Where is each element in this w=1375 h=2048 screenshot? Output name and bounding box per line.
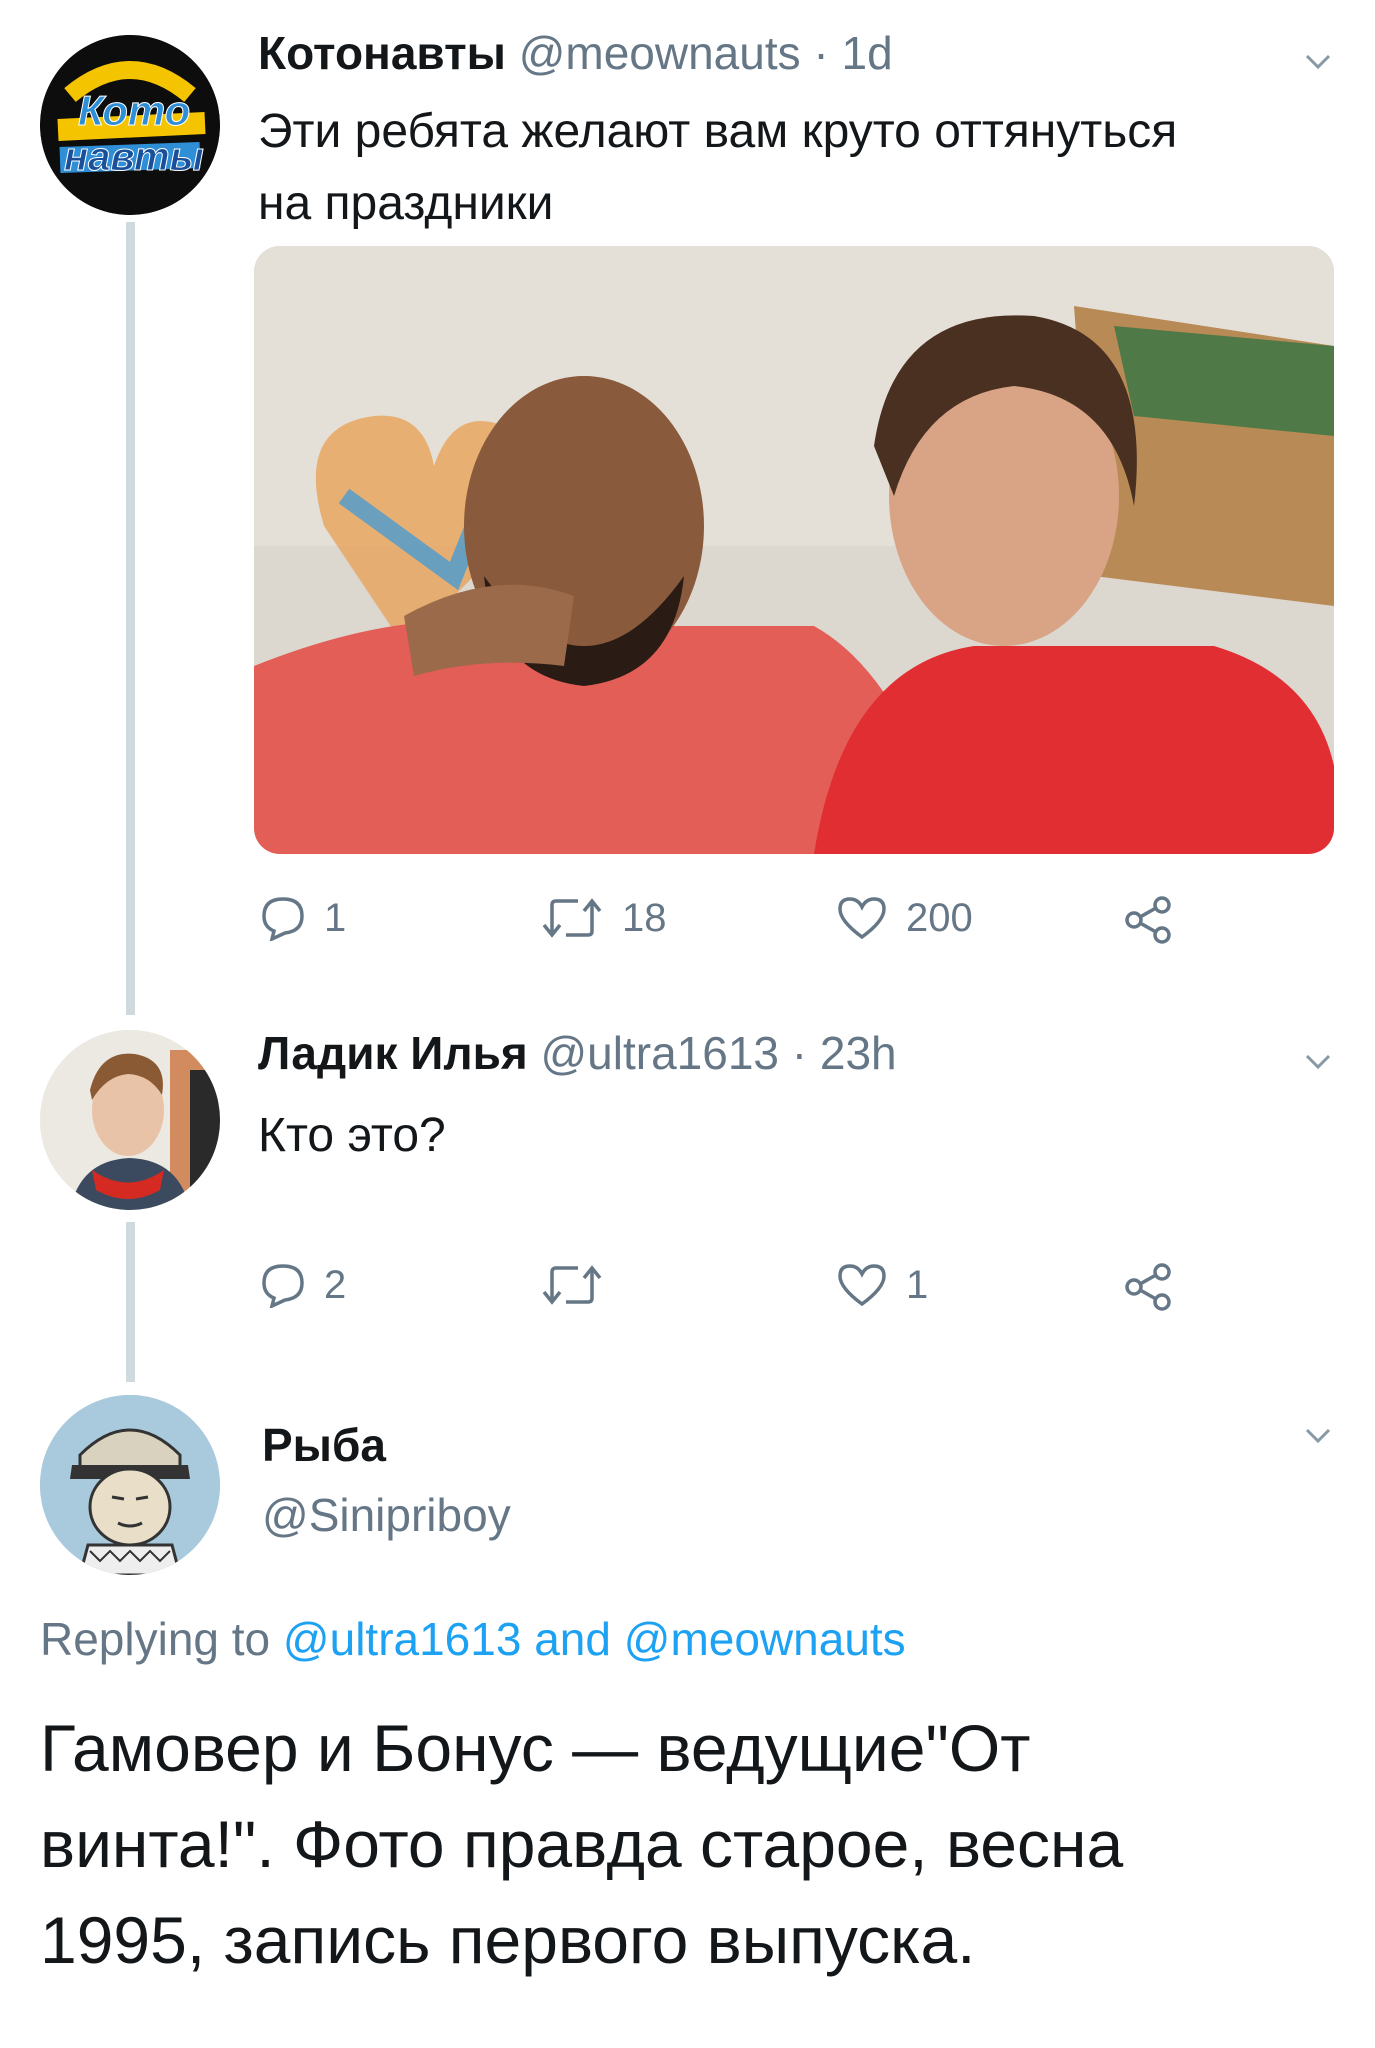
replying-to: Replying to @ultra1613 and @meownauts	[40, 1612, 906, 1666]
display-name[interactable]: Ладик Илья	[258, 1027, 528, 1079]
tweet2-header: Ладик Илья @ultra1613 · 23h	[258, 1026, 897, 1080]
tweet1-text: Эти ребята желают вам круто оттянуться н…	[258, 96, 1177, 240]
avatar-logo-line2: навты	[64, 135, 205, 180]
avatar-drawing	[40, 1395, 220, 1575]
like-action[interactable]: 200	[836, 895, 973, 941]
tweet-photo[interactable]	[254, 246, 1334, 854]
timestamp[interactable]: 1d	[842, 27, 893, 79]
thread-line-2	[126, 1222, 135, 1382]
handle[interactable]: @ultra1613	[540, 1027, 779, 1079]
reply-action[interactable]: 1	[260, 895, 346, 941]
tweet2-text: Кто это?	[258, 1109, 446, 1162]
retweet-icon	[542, 898, 602, 938]
thread-line-1	[126, 222, 135, 1015]
tweet3-text: Гамовер и Бонус — ведущие"От винта!". Фо…	[40, 1700, 1123, 1988]
chevron-down-icon[interactable]	[1303, 1046, 1333, 1076]
retweet-action[interactable]	[540, 1262, 604, 1308]
avatar-meownauts[interactable]: Кото навты	[40, 35, 220, 215]
tweet1-text-line2: на праздники	[258, 177, 554, 230]
tweet3-text-line3: 1995, запись первого выпуска.	[40, 1903, 976, 1977]
reply-count: 2	[324, 1262, 347, 1307]
avatar-photo	[40, 1030, 220, 1210]
avatar-sinipriboy[interactable]	[40, 1395, 220, 1575]
chevron-down-icon[interactable]	[1303, 1420, 1333, 1450]
retweet-action[interactable]: 18	[540, 895, 667, 941]
handle[interactable]: @Sinipriboy	[262, 1488, 511, 1542]
handle[interactable]: @meownauts	[519, 27, 801, 79]
reply-and: and	[534, 1613, 611, 1665]
separator: ·	[791, 1027, 808, 1079]
like-count: 200	[906, 895, 973, 940]
tweet1-header: Котонавты @meownauts · 1d	[258, 26, 893, 80]
photo-illustration	[254, 246, 1334, 854]
tweet3-text-line2: винта!". Фото правда старое, весна	[40, 1807, 1124, 1881]
share-icon[interactable]	[1122, 1262, 1174, 1312]
like-icon	[838, 1264, 886, 1307]
display-name[interactable]: Рыба	[262, 1418, 386, 1472]
retweet-icon	[542, 1265, 602, 1305]
like-action[interactable]: 1	[836, 1262, 928, 1308]
reply-icon	[262, 1264, 304, 1308]
tweet3-text-line1: Гамовер и Бонус — ведущие"От	[40, 1711, 1031, 1785]
chevron-down-icon[interactable]	[1303, 46, 1333, 76]
like-count: 1	[906, 1262, 929, 1307]
share-icon[interactable]	[1122, 895, 1174, 945]
reply-count: 1	[324, 895, 347, 940]
reply-handle-ultra1613[interactable]: @ultra1613	[283, 1613, 522, 1665]
reply-handle-meownauts[interactable]: @meownauts	[624, 1613, 906, 1665]
tweet1-text-line1: Эти ребята желают вам круто оттянуться	[258, 105, 1178, 158]
timestamp[interactable]: 23h	[820, 1027, 897, 1079]
display-name[interactable]: Котонавты	[258, 27, 506, 79]
retweet-count: 18	[622, 895, 667, 940]
reply-action[interactable]: 2	[260, 1262, 346, 1308]
reply-icon	[262, 897, 304, 941]
avatar-logo-line1: Кото	[77, 87, 191, 135]
separator: ·	[813, 27, 829, 79]
avatar-ultra1613[interactable]	[40, 1030, 220, 1210]
replying-prefix: Replying to	[40, 1613, 271, 1665]
like-icon	[838, 897, 886, 940]
